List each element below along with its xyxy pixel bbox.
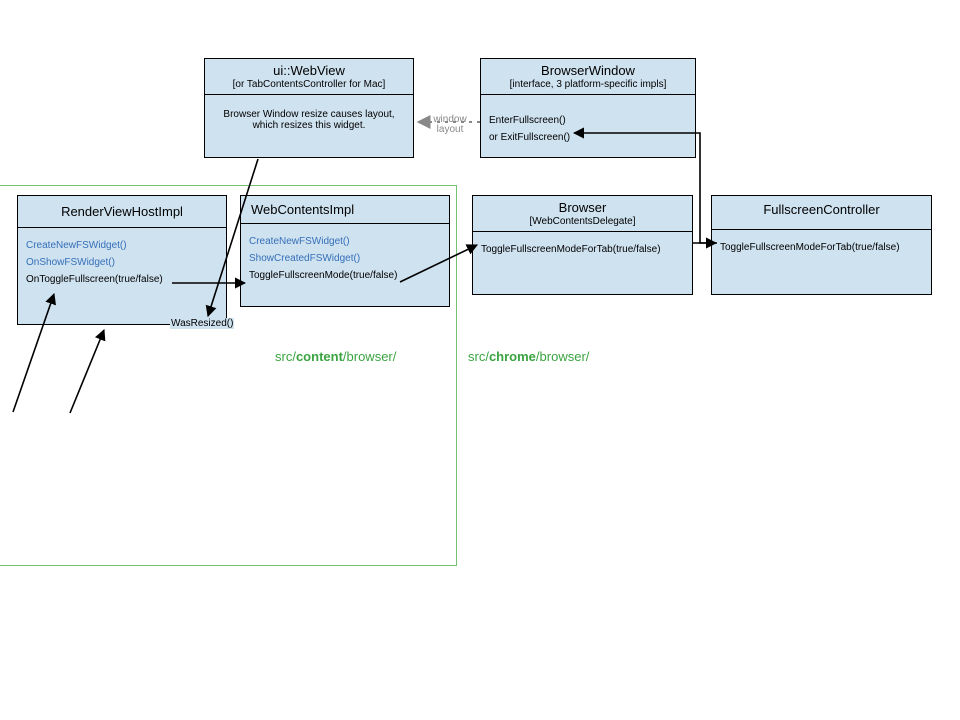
arrows-layer — [0, 0, 960, 720]
